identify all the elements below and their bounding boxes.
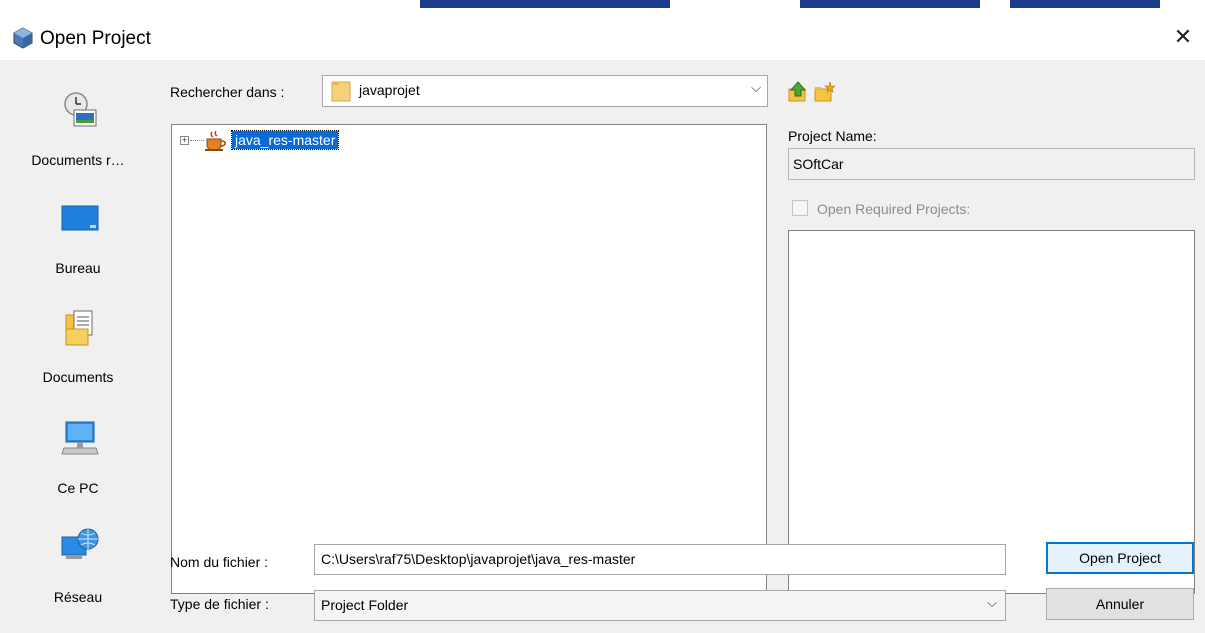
project-name-value: SOftCar	[793, 156, 844, 172]
place-label: Réseau	[53, 589, 103, 605]
file-type-value: Project Folder	[321, 597, 409, 613]
desktop-icon	[61, 205, 99, 231]
open-project-dialog: Documents r… Bureau Documents Ce PC Rése…	[0, 60, 1205, 633]
window-title: Open Project	[40, 28, 151, 49]
look-in-label: Rechercher dans :	[170, 84, 285, 100]
required-projects-list[interactable]	[788, 230, 1195, 594]
folder-icon	[331, 81, 351, 102]
place-documents[interactable]: Documents	[8, 287, 148, 385]
expand-icon[interactable]: +	[180, 136, 189, 145]
project-name-field: SOftCar	[788, 148, 1195, 180]
place-desktop[interactable]: Bureau	[8, 178, 148, 276]
network-icon	[61, 528, 99, 559]
close-button[interactable]: ✕	[1168, 24, 1198, 50]
tree-connector	[190, 140, 204, 141]
place-label: Documents	[42, 369, 114, 385]
background-strip-segment	[420, 0, 670, 8]
title-bar: Open Project ✕	[0, 8, 1205, 60]
place-network[interactable]: Réseau	[8, 507, 148, 605]
background-window-strip	[0, 0, 1205, 8]
chevron-down-icon: ⌵	[987, 595, 997, 610]
documents-folder-icon	[65, 310, 93, 346]
look-in-value: javaprojet	[359, 82, 420, 98]
file-type-label: Type de fichier :	[170, 596, 269, 612]
chevron-down-icon: ⌵	[751, 80, 761, 95]
place-label: Documents r…	[31, 152, 125, 168]
file-list[interactable]: + java_res-master	[171, 124, 767, 594]
place-label: Ce PC	[57, 480, 99, 496]
file-name-value: C:\Users\raf75\Desktop\javaprojet\java_r…	[321, 551, 636, 567]
background-strip-segment	[800, 0, 980, 8]
computer-icon	[61, 421, 99, 455]
place-recent-documents[interactable]: Documents r…	[8, 70, 148, 168]
netbeans-cube-icon	[13, 27, 33, 49]
cancel-button[interactable]: Annuler	[1046, 588, 1194, 620]
open-required-label: Open Required Projects:	[817, 201, 971, 217]
places-bar: Documents r… Bureau Documents Ce PC Rése…	[8, 60, 148, 633]
file-item-label[interactable]: java_res-master	[230, 130, 340, 150]
project-name-label: Project Name:	[788, 128, 877, 144]
background-strip-segment	[1010, 0, 1160, 8]
place-this-pc[interactable]: Ce PC	[8, 398, 148, 496]
open-project-button[interactable]: Open Project	[1046, 542, 1194, 574]
file-name-input[interactable]: C:\Users\raf75\Desktop\javaprojet\java_r…	[314, 544, 1006, 575]
new-folder-icon[interactable]	[814, 81, 836, 103]
look-in-combo[interactable]: javaprojet ⌵	[322, 75, 768, 107]
java-project-cup-icon	[205, 130, 226, 151]
recent-documents-icon	[64, 92, 97, 127]
place-label: Bureau	[55, 260, 101, 276]
up-folder-icon[interactable]	[788, 81, 808, 103]
file-type-combo[interactable]: Project Folder ⌵	[314, 590, 1006, 621]
file-name-label: Nom du fichier :	[170, 554, 269, 570]
open-required-checkbox[interactable]	[792, 200, 808, 216]
